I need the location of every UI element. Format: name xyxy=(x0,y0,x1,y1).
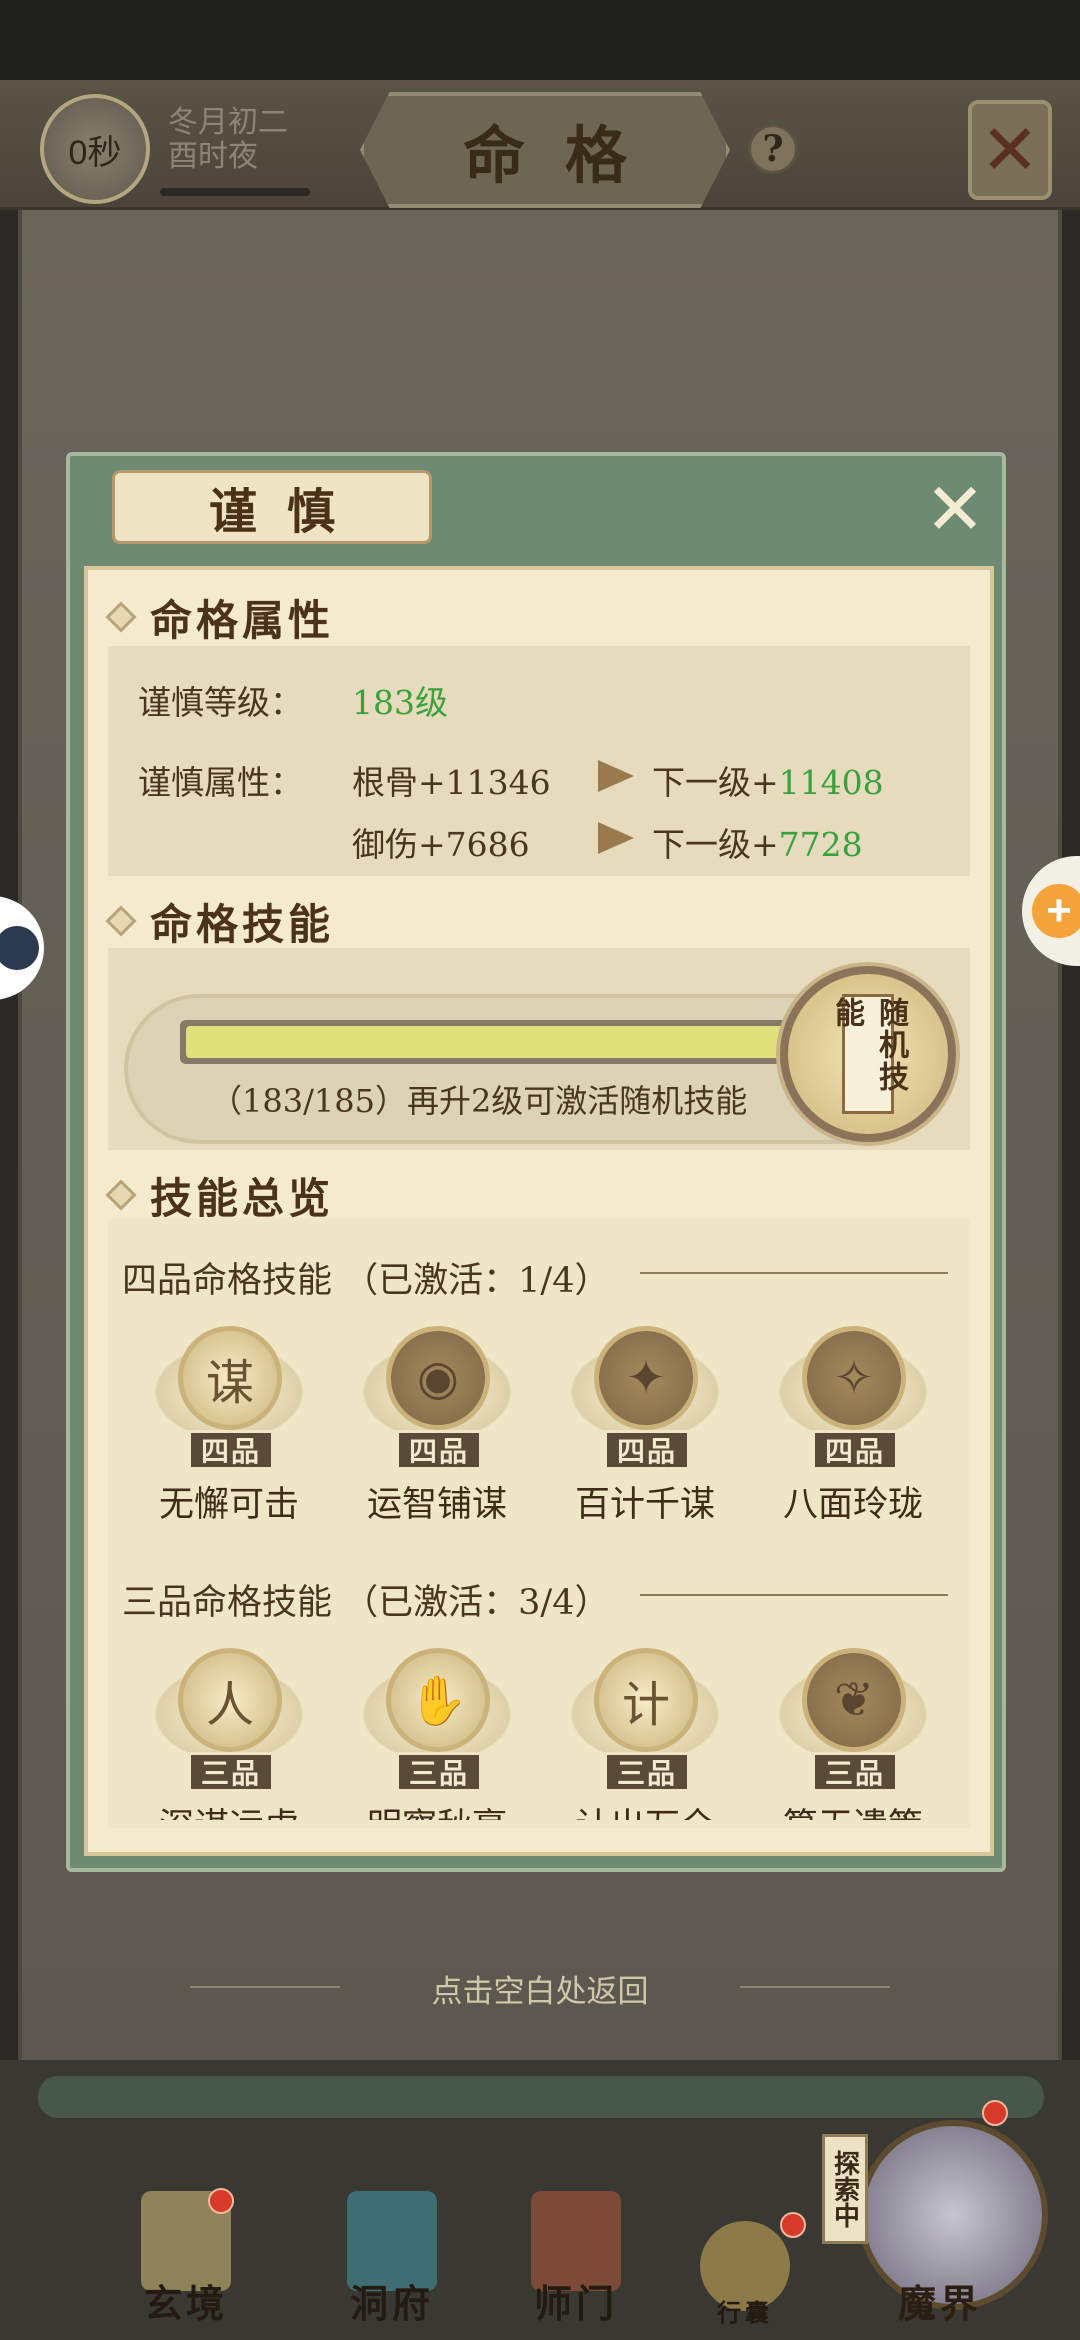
skill-name: 算无遗策 xyxy=(758,1798,948,1820)
skill-name: 计出万全 xyxy=(550,1798,740,1820)
nav-mojie[interactable]: 魔界 xyxy=(870,2170,1010,2340)
skill-emblem-icon: ✦ xyxy=(594,1326,698,1430)
attr-next-1: 下一级+11408 xyxy=(652,763,884,802)
close-icon: ✕ xyxy=(980,109,1040,191)
grade-badge: 三品 xyxy=(604,1752,690,1792)
skill-item[interactable]: ◉ 四品 运智铺谋 xyxy=(352,1326,522,1536)
timer-badge: 0秒 xyxy=(40,94,150,204)
arrow-right-icon xyxy=(598,760,634,792)
skill-item[interactable]: 谋 四品 无懈可击 xyxy=(144,1326,314,1536)
diamond-icon xyxy=(105,1179,137,1211)
plus-icon: + xyxy=(1032,884,1080,938)
skill-name: 明察秋毫 xyxy=(342,1798,532,1820)
grade-badge: 三品 xyxy=(812,1752,898,1792)
skill-emblem-icon: 计 xyxy=(594,1648,698,1752)
nav-xuanjing[interactable]: 玄境 xyxy=(116,2170,256,2340)
audio-icon xyxy=(0,926,39,970)
grade-three-heading: 三品命格技能 （已激活：3/4） xyxy=(122,1583,610,1623)
section-overview-title: 技能总览 xyxy=(150,1173,335,1223)
grade-badge: 四品 xyxy=(812,1430,898,1470)
skill-item[interactable]: ❦ 三品 算无遗策 xyxy=(768,1648,938,1820)
status-bar xyxy=(0,0,1080,80)
nav-dongfu[interactable]: 洞府 xyxy=(322,2170,462,2340)
tap-to-return-hint[interactable]: 点击空白处返回 xyxy=(0,1966,1080,2011)
random-skill-label: 随机技能 xyxy=(829,994,908,1114)
attr-current-1: 根骨+11346 xyxy=(352,763,551,802)
skill-emblem-icon: 谋 xyxy=(178,1326,282,1430)
dialog-title-plaque: 谨慎 xyxy=(112,470,432,544)
diamond-icon xyxy=(105,905,137,937)
section-skill-head: 命格技能 xyxy=(105,896,334,949)
notification-dot xyxy=(780,2212,806,2238)
grade-badge: 四品 xyxy=(396,1430,482,1470)
divider xyxy=(640,1272,948,1274)
game-date: 冬月初二 酉时夜 xyxy=(168,106,288,174)
diamond-icon xyxy=(105,601,137,633)
close-icon: ✕ xyxy=(924,467,986,551)
skill-emblem-icon: 人 xyxy=(178,1648,282,1752)
notification-dot xyxy=(982,2100,1008,2126)
attr-current-2: 御伤+7686 xyxy=(352,825,530,864)
skill-item[interactable]: ✋ 三品 明察秋毫 xyxy=(352,1648,522,1820)
section-attributes-title: 命格属性 xyxy=(150,595,335,645)
nav-xingnang[interactable]: 行囊 xyxy=(690,2170,800,2340)
skill-item[interactable]: ✦ 四品 百计千谋 xyxy=(560,1326,730,1536)
section-attributes-head: 命格属性 xyxy=(105,592,334,645)
skill-name: 八面玲珑 xyxy=(782,1485,923,1525)
skill-emblem-icon: ✧ xyxy=(802,1326,906,1430)
exploring-tag: 探索中 xyxy=(822,2134,868,2244)
grade-badge: 四品 xyxy=(604,1430,690,1470)
skill-emblem-icon: ❦ xyxy=(802,1648,906,1752)
page-title: 命格 xyxy=(462,119,667,192)
progress-fill xyxy=(186,1026,787,1058)
date-line-1: 冬月初二 xyxy=(168,105,288,140)
notification-dot xyxy=(208,2188,234,2214)
grade-badge: 四品 xyxy=(188,1430,274,1470)
skill-name: 运智铺谋 xyxy=(366,1485,507,1525)
dialog-title: 谨慎 xyxy=(208,484,365,540)
skill-emblem-icon: ◉ xyxy=(386,1326,490,1430)
grade-badge: 三品 xyxy=(188,1752,274,1792)
skill-name: 无懈可击 xyxy=(158,1485,299,1525)
grade-badge: 三品 xyxy=(396,1752,482,1792)
random-skill-medal[interactable]: 随机技能 xyxy=(780,966,956,1142)
date-line-2: 酉时夜 xyxy=(168,139,258,174)
skill-item[interactable]: 计 三品 计出万全 xyxy=(560,1648,730,1820)
page-title-plaque: 命格 xyxy=(360,92,730,208)
skill-name: 深谋远虑 xyxy=(134,1798,324,1820)
dialog-close-button[interactable]: ✕ xyxy=(920,467,990,551)
progress-text: （183/185）再升2级可激活随机技能 xyxy=(210,1082,748,1120)
skill-emblem-icon: ✋ xyxy=(386,1648,490,1752)
grade-three-row: 人 三品 深谋远虑 ✋ 三品 明察秋毫 计 三品 计出万全 ❦ 三品 算无遗策 xyxy=(108,1640,970,1820)
grade-four-heading: 四品命格技能 （已激活：1/4） xyxy=(122,1261,610,1301)
divider xyxy=(640,1594,948,1596)
section-overview-head: 技能总览 xyxy=(105,1170,334,1223)
attr-next-2: 下一级+7728 xyxy=(652,825,863,864)
skill-name: 百计千谋 xyxy=(574,1485,715,1525)
arrow-right-icon xyxy=(598,822,634,854)
skill-item[interactable]: 人 三品 深谋远虑 xyxy=(144,1648,314,1820)
close-page-button[interactable]: ✕ xyxy=(968,100,1052,200)
bottom-rail xyxy=(38,2076,1044,2118)
attr-label: 谨慎属性： xyxy=(138,763,303,802)
skill-item[interactable]: ✧ 四品 八面玲珑 xyxy=(768,1326,938,1536)
section-skill-title: 命格技能 xyxy=(150,899,335,949)
time-progress xyxy=(160,188,310,196)
nav-shimen[interactable]: 师门 xyxy=(506,2170,646,2340)
help-icon[interactable]: ? xyxy=(748,124,798,174)
level-label: 谨慎等级： xyxy=(138,683,303,722)
level-value: 183级 xyxy=(352,683,448,722)
